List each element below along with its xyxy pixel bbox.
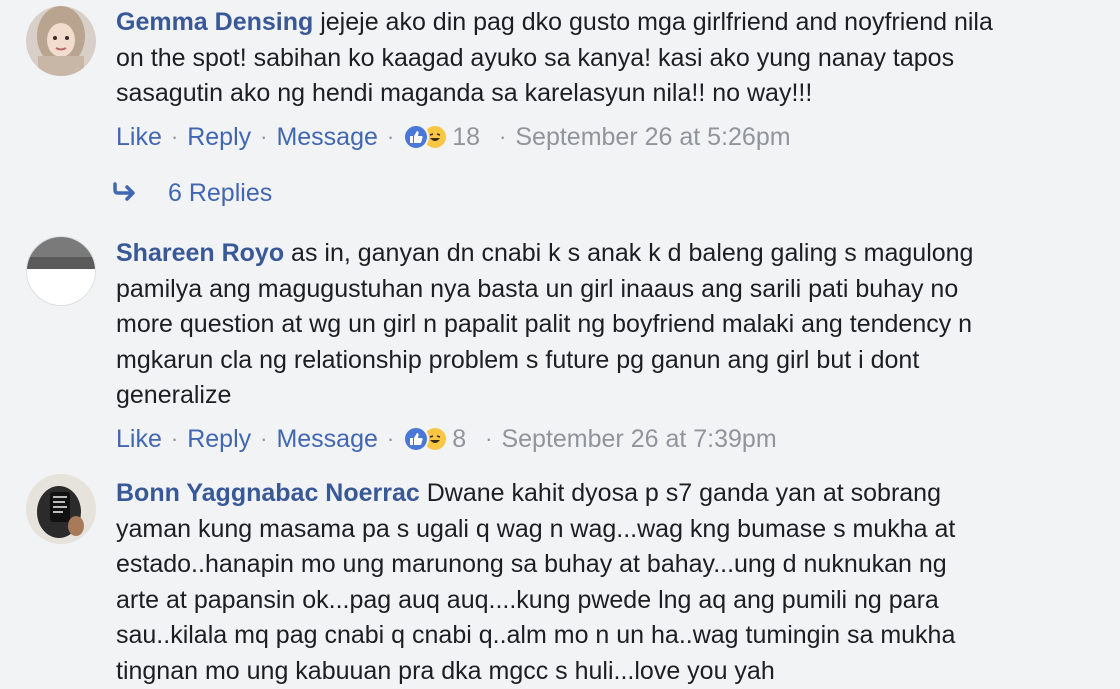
avatar-shareen-royo[interactable]	[26, 236, 96, 306]
separator-dot: ·	[485, 426, 493, 451]
reply-button[interactable]: Reply	[187, 120, 251, 154]
like-button[interactable]: Like	[116, 120, 162, 154]
separator-dot: ·	[499, 124, 507, 149]
comment-body: Shareen Royo as in, ganyan dn cnabi k s …	[116, 236, 1106, 414]
message-button[interactable]: Message	[276, 120, 377, 154]
comment-body: Gemma Densing jejeje ako din pag dko gus…	[116, 5, 1106, 112]
reactions[interactable]: 18	[403, 120, 480, 154]
comment-author[interactable]: Gemma Densing	[116, 8, 313, 36]
like-button[interactable]: Like	[116, 422, 162, 456]
reply-arrow-icon	[112, 179, 140, 208]
avatar-bonn-yaggnabac-noerrac[interactable]	[26, 474, 96, 544]
avatar-gemma-densing[interactable]	[26, 6, 96, 76]
comment-timestamp[interactable]: September 26 at 7:39pm	[501, 422, 776, 456]
separator-dot: ·	[260, 124, 268, 149]
comment-text: Dwane kahit dyosa p s7 ganda yan at sobr…	[116, 479, 956, 685]
separator-dot: ·	[386, 426, 395, 451]
comment-author[interactable]: Shareen Royo	[116, 239, 284, 267]
message-button[interactable]: Message	[276, 422, 377, 456]
separator-dot: ·	[170, 124, 179, 149]
comment-timestamp[interactable]: September 26 at 5:26pm	[515, 120, 790, 154]
separator-dot: ·	[170, 426, 179, 451]
reaction-count: 18	[452, 123, 481, 151]
comment-actions: Like · Reply · Message · 18 · September …	[116, 120, 791, 154]
reactions[interactable]: 8	[403, 422, 466, 456]
separator-dot: ·	[260, 426, 268, 451]
comment-body: Bonn Yaggnabac Noerrac Dwane kahit dyosa…	[116, 476, 1106, 689]
view-replies-link[interactable]: 6 Replies	[112, 176, 272, 210]
reaction-count: 8	[452, 425, 467, 453]
comment-author[interactable]: Bonn Yaggnabac Noerrac	[116, 479, 420, 507]
comment-actions: Like · Reply · Message · 8 · September 2…	[116, 422, 777, 456]
separator-dot: ·	[386, 124, 395, 149]
replies-count-label[interactable]: 6 Replies	[168, 179, 272, 208]
reply-button[interactable]: Reply	[187, 422, 251, 456]
